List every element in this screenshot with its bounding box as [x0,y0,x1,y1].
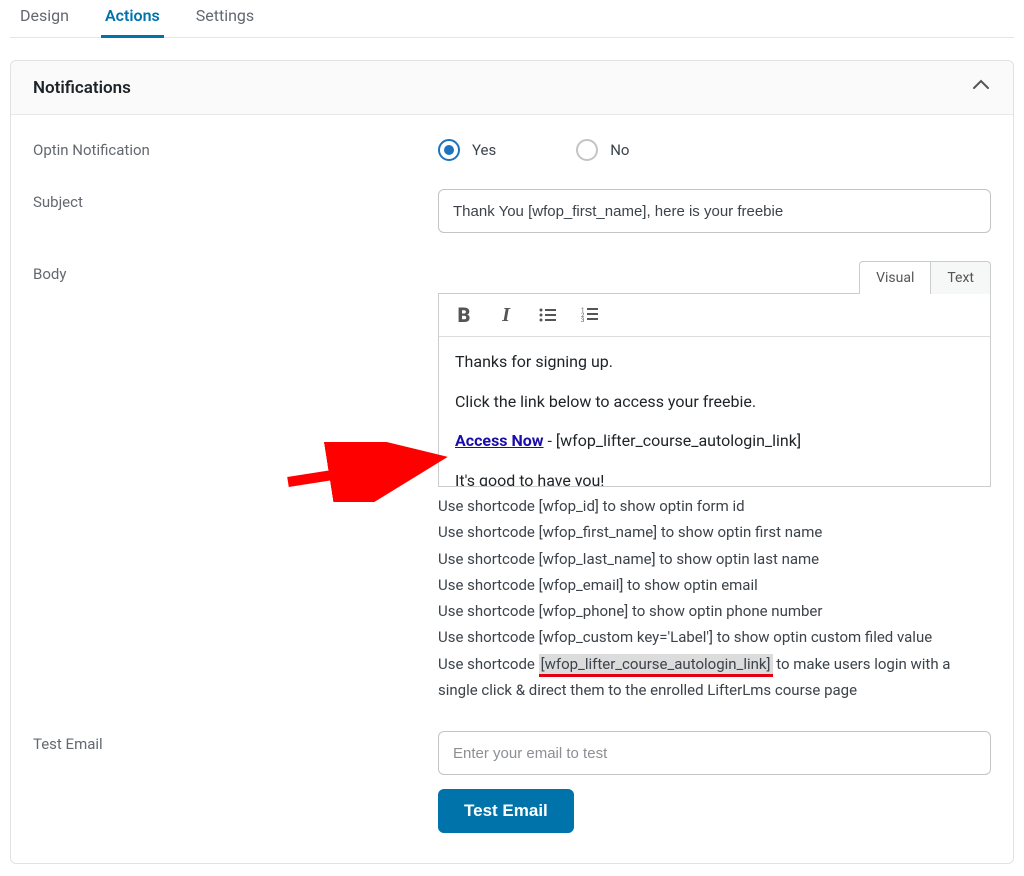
optin-no-label: No [610,141,629,159]
access-now-link[interactable]: Access Now [455,431,544,450]
help-line-3: Use shortcode [wfop_last_name] to show o… [438,546,991,572]
shortcode-help: Use shortcode [wfop_id] to show optin fo… [438,493,991,703]
body-editor: Visual Text B I 123 Thanks [438,261,991,487]
subject-label: Subject [33,189,438,211]
body-label: Body [33,261,438,283]
help-line-7: Use shortcode [wfop_lifter_course_autolo… [438,651,991,704]
subject-input[interactable] [438,189,991,233]
help-line-5: Use shortcode [wfop_phone] to show optin… [438,598,991,624]
editor-toolbar: B I 123 [438,293,991,337]
help-line-1: Use shortcode [wfop_id] to show optin fo… [438,493,991,519]
body-line-1: Thanks for signing up. [455,349,974,375]
svg-text:3: 3 [581,317,584,324]
bullet-list-icon[interactable] [533,300,563,330]
bold-icon[interactable]: B [449,300,479,330]
test-email-input[interactable] [438,731,991,775]
test-email-button[interactable]: Test Email [438,789,574,833]
optin-radio-group: Yes No [438,137,991,161]
optin-label: Optin Notification [33,137,438,159]
help-line-2: Use shortcode [wfop_first_name] to show … [438,519,991,545]
help-line-4: Use shortcode [wfop_email] to show optin… [438,572,991,598]
panel-title: Notifications [33,78,131,98]
optin-no-radio[interactable]: No [576,139,629,161]
main-tabs: Design Actions Settings [10,0,1014,38]
italic-icon[interactable]: I [491,300,521,330]
editor-tab-text[interactable]: Text [930,261,991,294]
optin-yes-label: Yes [472,141,496,159]
panel-header[interactable]: Notifications [11,61,1013,115]
body-line-3: Access Now - [wfop_lifter_course_autolog… [455,428,974,454]
numbered-list-icon[interactable]: 123 [575,300,605,330]
tab-design[interactable]: Design [16,0,73,37]
highlighted-shortcode: [wfop_lifter_course_autologin_link] [539,654,773,677]
optin-yes-radio[interactable]: Yes [438,139,496,161]
help-line-6: Use shortcode [wfop_custom key='Label'] … [438,624,991,650]
body-line-2: Click the link below to access your free… [455,389,974,415]
chevron-up-icon[interactable] [971,75,991,100]
test-email-label: Test Email [33,731,438,753]
tab-settings[interactable]: Settings [192,0,258,37]
tab-actions[interactable]: Actions [101,0,164,38]
notifications-panel: Notifications Optin Notification Yes No [10,60,1014,864]
editor-content[interactable]: Thanks for signing up. Click the link be… [438,337,991,487]
body-line-4: It's good to have you! [455,468,974,487]
editor-tab-visual[interactable]: Visual [859,261,930,294]
